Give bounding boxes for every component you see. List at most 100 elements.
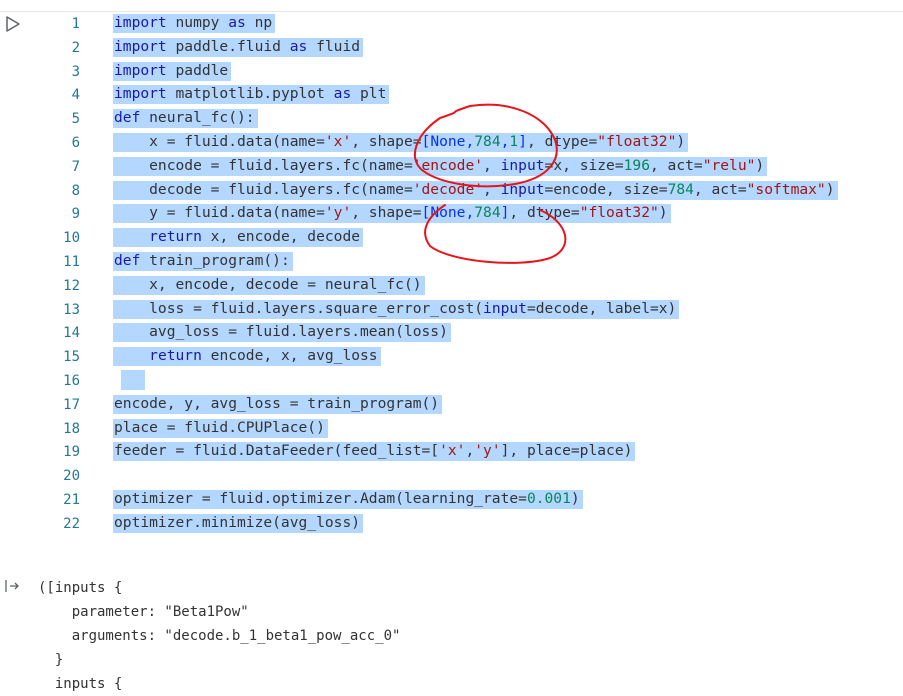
code-line[interactable]: 2 import paddle.fluid as fluid	[0, 36, 903, 60]
code-text: feeder = fluid.DataFeeder(feed_list=['x'…	[113, 441, 636, 462]
code-line[interactable]: 22 optimizer.minimize(avg_loss)	[0, 512, 903, 536]
code-line[interactable]: 11 def train_program():	[0, 250, 903, 274]
code-token: 'x'	[439, 442, 466, 460]
code-token: 196	[623, 156, 650, 174]
code-line[interactable]: 1 import numpy as np	[0, 12, 903, 36]
code-line[interactable]: 7 encode = fluid.layers.fc(name='encode'…	[0, 155, 903, 179]
code-line[interactable]: 6 x = fluid.data(name='x', shape=[None,7…	[0, 131, 903, 155]
code-line[interactable]: 5 def neural_fc():	[0, 107, 903, 131]
code-line[interactable]: 21 optimizer = fluid.optimizer.Adam(learn…	[0, 488, 903, 512]
code-token: ]	[518, 132, 527, 150]
code-token: 'encode'	[412, 156, 484, 174]
output-line: arguments: "decode.b_1_beta1_pow_acc_0"	[38, 628, 401, 644]
code-line[interactable]: 19 feeder = fluid.DataFeeder(feed_list=['…	[0, 440, 903, 464]
code-token: as	[228, 14, 246, 31]
selection-highlight: import paddle.fluid as fluid	[113, 37, 364, 57]
code-token: paddle	[166, 61, 229, 79]
code-token: "float32"	[579, 204, 659, 222]
code-text: return encode, x, avg_loss	[113, 346, 381, 367]
code-text: optimizer = fluid.optimizer.Adam(learnin…	[113, 489, 583, 509]
line-number: 20	[63, 468, 80, 485]
output-line: }	[38, 652, 64, 668]
code-text: import paddle.fluid as fluid	[113, 37, 364, 57]
code-token: 1	[509, 132, 519, 150]
code-token: "relu"	[702, 156, 756, 174]
code-text: import matplotlib.pyplot as plt	[113, 84, 390, 105]
code-token: )	[658, 204, 668, 222]
code-token: avg_loss = fluid.layers.mean(loss)	[114, 323, 448, 341]
line-number: 1	[71, 16, 80, 32]
code-line[interactable]: 8 decode = fluid.layers.fc(name='decode'…	[0, 179, 903, 203]
output-line: inputs {	[38, 676, 123, 692]
code-line[interactable]: 18 place = fluid.CPUPlace()	[0, 417, 903, 441]
line-number: 10	[63, 230, 80, 247]
selection-highlight: loss = fluid.layers.square_error_cost(in…	[113, 299, 680, 319]
code-token: input	[500, 180, 545, 198]
code-token: def	[114, 251, 141, 269]
code-token: [None,	[421, 204, 475, 222]
code-token: 'decode'	[412, 180, 484, 198]
line-number: 18	[63, 420, 80, 437]
code-token: x = fluid.data(name=	[114, 132, 325, 150]
code-text: y = fluid.data(name='y', shape=[None,784…	[113, 203, 671, 224]
code-line[interactable]: 10 return x, encode, decode	[0, 226, 903, 250]
line-number: 19	[63, 444, 80, 461]
line-number: 3	[71, 63, 80, 80]
line-number: 4	[71, 87, 80, 104]
code-token: "float32"	[597, 132, 677, 150]
code-token: encode, y, avg_loss = train_program()	[114, 394, 440, 412]
line-number: 2	[71, 39, 80, 56]
code-token: input	[483, 299, 527, 317]
code-line[interactable]: 4 import matplotlib.pyplot as plt	[0, 83, 903, 107]
selection-highlight: x, encode, decode = neural_fc()	[113, 275, 425, 295]
code-editor[interactable]: 1 import numpy as np 2 import paddle.fluid …	[0, 12, 903, 536]
line-number: 17	[63, 396, 80, 413]
selection-highlight: def neural_fc():	[113, 109, 258, 129]
code-text: encode, y, avg_loss = train_program()	[113, 394, 443, 414]
code-token: ,	[465, 442, 475, 460]
line-number: 8	[71, 182, 80, 199]
code-token: encode, x, avg_loss	[201, 347, 378, 365]
code-token: ,	[483, 156, 501, 174]
code-text: import paddle	[113, 61, 232, 81]
selection-highlight: return x, encode, decode	[113, 228, 364, 248]
cell-output: ([inputs { parameter: "Beta1Pow" argumen…	[38, 576, 400, 696]
code-token: =x, size=	[544, 156, 624, 174]
code-line[interactable]: 15 return encode, x, avg_loss	[0, 345, 903, 369]
code-line[interactable]: 3 import paddle	[0, 60, 903, 84]
code-text: loss = fluid.layers.square_error_cost(in…	[113, 299, 680, 319]
line-number: 13	[63, 301, 80, 318]
code-token: )	[570, 489, 580, 507]
code-line[interactable]: 14 avg_loss = fluid.layers.mean(loss)	[0, 321, 903, 345]
selection-highlight: return encode, x, avg_loss	[113, 347, 381, 367]
code-token: , shape=	[351, 204, 422, 222]
code-line[interactable]: 17 encode, y, avg_loss = train_program()	[0, 393, 903, 417]
code-line[interactable]: 9 y = fluid.data(name='y', shape=[None,7…	[0, 202, 903, 226]
code-token: , dtype=	[527, 132, 598, 150]
code-text: return x, encode, decode	[113, 227, 364, 248]
selection-highlight: optimizer = fluid.optimizer.Adam(learnin…	[113, 489, 583, 509]
line-number: 21	[63, 491, 80, 508]
code-line[interactable]: 16	[0, 369, 903, 393]
code-token: feeder = fluid.DataFeeder(feed_list=[	[114, 442, 440, 460]
code-line[interactable]: 13 loss = fluid.layers.square_error_cost…	[0, 298, 903, 322]
output-arrow-icon	[5, 580, 19, 592]
code-text: def train_program():	[113, 251, 293, 271]
code-text: encode = fluid.layers.fc(name='encode' , …	[113, 156, 768, 176]
code-line[interactable]: 12 x, encode, decode = neural_fc()	[0, 274, 903, 298]
code-token: x, encode, decode = neural_fc()	[114, 275, 422, 293]
code-line[interactable]: 20	[0, 464, 903, 488]
code-token: [None,	[421, 132, 475, 150]
code-token: , act=	[649, 156, 703, 174]
code-token: , shape=	[351, 132, 422, 150]
code-token: place = fluid.CPUPlace()	[114, 418, 325, 436]
line-number: 7	[71, 158, 80, 175]
code-text: optimizer.minimize(avg_loss)	[113, 513, 364, 533]
code-token: optimizer.minimize(avg_loss)	[114, 513, 361, 531]
line-number: 11	[63, 253, 80, 270]
code-text: place = fluid.CPUPlace()	[113, 418, 328, 438]
code-token: ], place=place)	[500, 442, 633, 460]
line-number: 9	[71, 206, 80, 223]
